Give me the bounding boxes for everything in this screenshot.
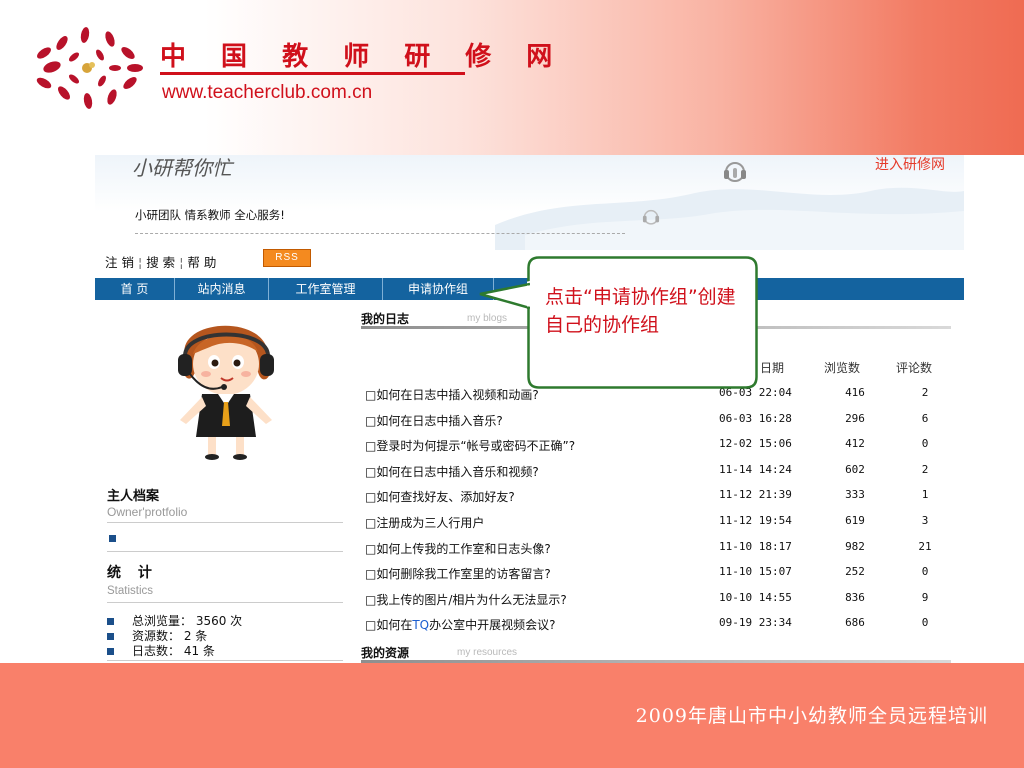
table-row[interactable]: □如何在日志中插入音乐和视频? 11-14 14:24 602 2 [365, 463, 955, 479]
help-link[interactable]: 帮 助 [187, 252, 216, 271]
avatar [178, 325, 274, 460]
post-title[interactable]: □登录时为何提示“帐号或密码不正确”? [365, 437, 575, 454]
post-views: 982 [845, 540, 865, 553]
headset-icon [642, 209, 660, 225]
slide-header [0, 0, 1024, 155]
table-row[interactable]: □如何删除我工作室里的访客留言? 11-10 15:07 252 0 [365, 565, 955, 581]
post-title[interactable]: □如何在TQ办公室中开展视频会议? [365, 616, 556, 633]
table-row[interactable]: □如何查找好友、添加好友? 11-12 21:39 333 1 [365, 488, 955, 504]
my-resources-subtitle: my resources [457, 647, 518, 658]
post-date: 10-10 14:55 [719, 591, 792, 604]
post-views: 836 [845, 591, 865, 604]
post-title[interactable]: □如何删除我工作室里的访客留言? [365, 565, 551, 582]
divider [107, 522, 343, 523]
stat-blog-count: 日志数： 41 条 [107, 642, 215, 659]
owner-profile-title: 主人档案 [107, 489, 160, 504]
post-views: 412 [845, 437, 865, 450]
post-comments: 0 [921, 437, 929, 450]
enter-site-link[interactable]: 进入研修网 [875, 155, 945, 174]
post-views: 416 [845, 386, 865, 399]
table-row[interactable]: □如何在TQ办公室中开展视频会议? 09-19 23:34 686 0 [365, 616, 955, 632]
post-comments: 2 [921, 386, 929, 399]
my-resources-title: 我的资源 [361, 646, 410, 660]
post-title[interactable]: □我上传的图片/相片为什么无法显示? [365, 591, 567, 608]
statistics-title: 统 计 [107, 565, 158, 581]
bullet-icon [107, 618, 114, 625]
post-date: 11-10 18:17 [719, 540, 792, 553]
column-views: 浏览数 [824, 361, 861, 375]
banner-divider [135, 233, 625, 234]
bullet-icon [107, 633, 114, 640]
post-date: 11-14 14:24 [719, 463, 792, 476]
post-views: 296 [845, 412, 865, 425]
post-date: 11-10 15:07 [719, 565, 792, 578]
table-row[interactable]: □如何上传我的工作室和日志头像? 11-10 18:17 982 21 [365, 540, 955, 556]
logo-underline [160, 72, 465, 75]
table-row[interactable]: □注册成为三人行用户 11-12 19:54 619 3 [365, 514, 955, 530]
divider [107, 660, 343, 661]
utility-links: 注 销 ¦ 搜 索 ¦ 帮 助 [105, 252, 216, 271]
post-comments: 1 [921, 488, 929, 501]
footer-text: 2009年唐山市中小幼教师全员远程培训 [635, 705, 988, 727]
post-comments: 2 [921, 463, 929, 476]
column-comments: 评论数 [896, 361, 933, 375]
separator: ¦ [137, 255, 143, 270]
post-comments: 0 [921, 616, 929, 629]
post-comments: 3 [921, 514, 929, 527]
logo-url: www.teacherclub.com.cn [162, 82, 373, 103]
post-title[interactable]: □如何上传我的工作室和日志头像? [365, 540, 551, 557]
logout-link[interactable]: 注 销 [105, 252, 134, 271]
post-title[interactable]: □如何在日志中插入视频和动画? [365, 386, 539, 403]
post-comments: 6 [921, 412, 929, 425]
post-comments: 21 [918, 540, 932, 553]
table-row[interactable]: □登录时为何提示“帐号或密码不正确”? 12-02 15:06 412 0 [365, 437, 955, 453]
post-date: 11-12 21:39 [719, 488, 792, 501]
post-title[interactable]: □如何在日志中插入音乐? [365, 412, 503, 429]
owner-profile-subtitle: Owner'protfolio [107, 505, 188, 519]
column-date: 日期 [760, 361, 785, 375]
rss-button[interactable]: RSS [263, 249, 311, 267]
my-blogs-title: 我的日志 [361, 312, 410, 326]
headset-icon [724, 162, 746, 182]
post-date: 06-03 16:28 [719, 412, 792, 425]
callout-text: 点击“申请协作组”创建自己的协作组 [545, 286, 736, 336]
post-views: 619 [845, 514, 865, 527]
table-row[interactable]: □我上传的图片/相片为什么无法显示? 10-10 14:55 836 9 [365, 591, 955, 607]
post-title[interactable]: □如何查找好友、添加好友? [365, 488, 515, 505]
post-title[interactable]: □注册成为三人行用户 [365, 514, 484, 531]
post-views: 252 [845, 565, 865, 578]
post-views: 333 [845, 488, 865, 501]
divider [107, 602, 343, 603]
search-link[interactable]: 搜 索 [146, 252, 175, 271]
divider [107, 551, 343, 552]
nav-home[interactable]: 首 页 [95, 278, 175, 300]
post-date: 12-02 15:06 [719, 437, 792, 450]
post-date: 11-12 19:54 [719, 514, 792, 527]
separator: ¦ [179, 255, 184, 270]
slide-footer: 2009年唐山市中小幼教师全员远程培训 [0, 663, 1024, 768]
post-comments: 0 [921, 565, 929, 578]
post-comments: 9 [921, 591, 929, 604]
callout-pointer [479, 282, 530, 310]
embedded-screenshot: 小研帮你忙 小研团队 情系教师 全心服务! 进入研修网 注 销 ¦ 搜 索 ¦ 帮 助 … [95, 155, 964, 663]
post-date: 09-19 23:34 [719, 616, 792, 629]
logo-flower-icon [36, 27, 143, 109]
banner-title: 小研帮你忙 [132, 156, 232, 180]
post-views: 686 [845, 616, 865, 629]
banner-slogan: 小研团队 情系教师 全心服务! [135, 208, 285, 222]
nav-messages[interactable]: 站内消息 [175, 278, 269, 300]
post-views: 602 [845, 463, 865, 476]
post-title[interactable]: □如何在日志中插入音乐和视频? [365, 463, 539, 480]
logo-title: 中 国 教 师 研 修 网 [160, 42, 566, 72]
bullet-icon [109, 535, 116, 542]
nav-studio-management[interactable]: 工作室管理 [269, 278, 383, 300]
table-row[interactable]: □如何在日志中插入音乐? 06-03 16:28 296 6 [365, 412, 955, 428]
bullet-icon [107, 648, 114, 655]
statistics-subtitle: Statistics [107, 585, 154, 597]
